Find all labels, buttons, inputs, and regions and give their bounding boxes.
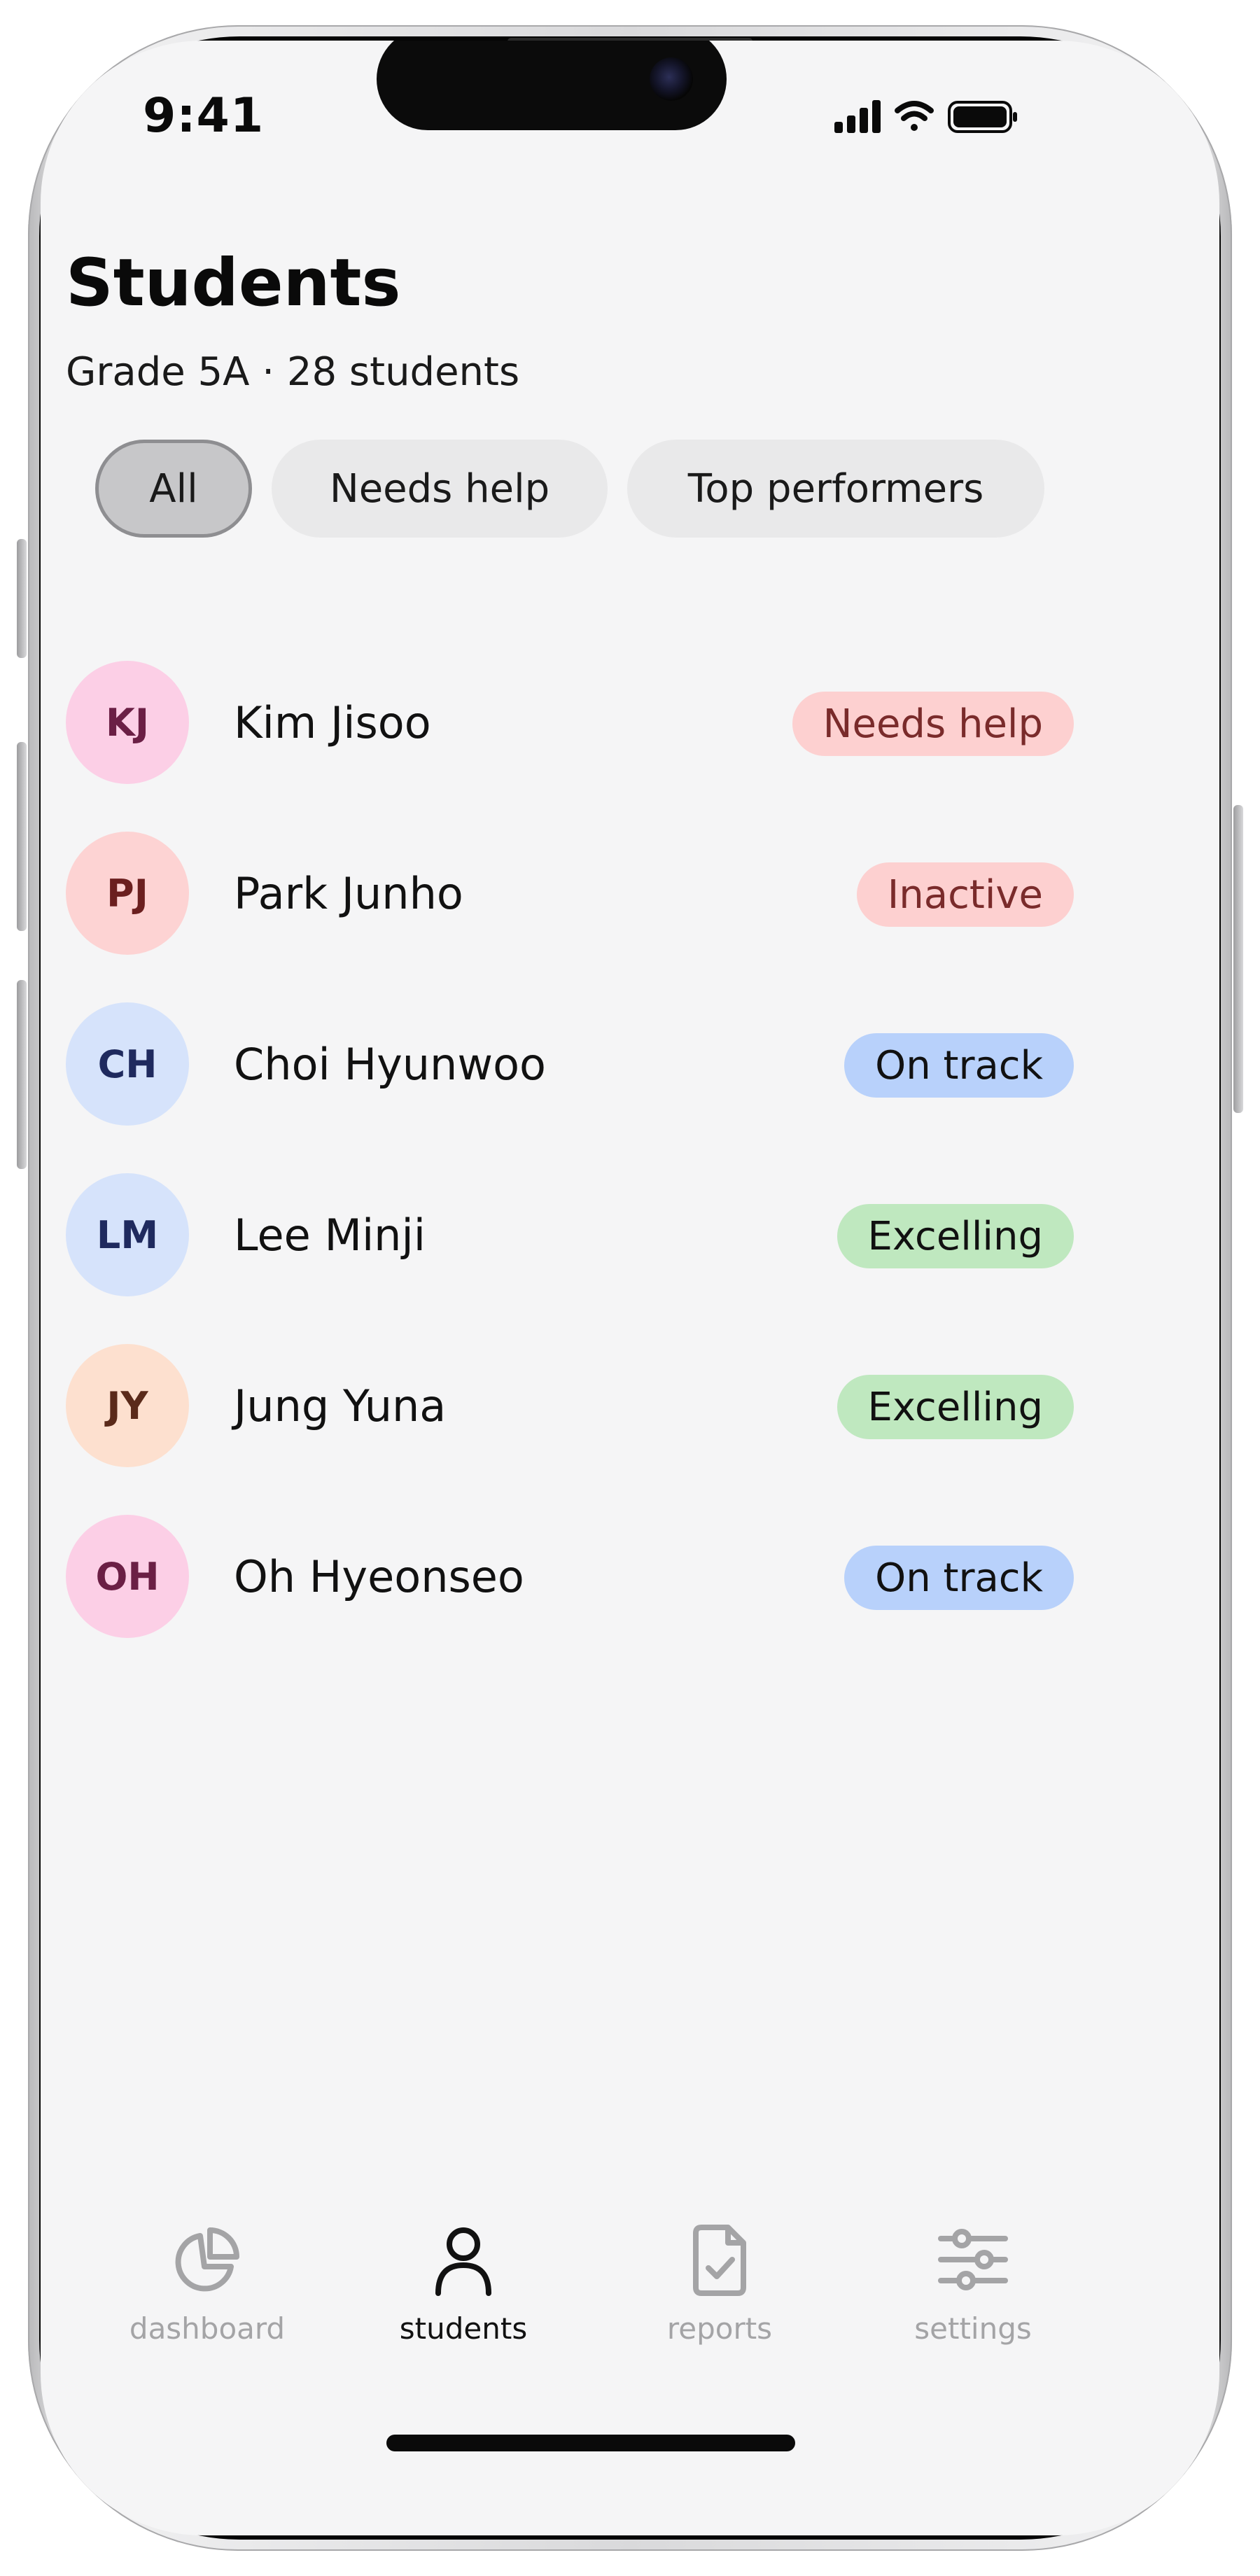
avatar: JY	[66, 1344, 189, 1467]
student-name: Lee Minji	[234, 1210, 426, 1261]
dynamic-island	[377, 41, 727, 130]
status-badge: On track	[844, 1546, 1074, 1610]
student-row[interactable]: JY Jung Yuna Excelling	[66, 1344, 1074, 1470]
avatar: OH	[66, 1515, 189, 1638]
status-badge: Inactive	[856, 862, 1074, 927]
volume-up-button	[17, 742, 27, 931]
filter-chip-needs-help[interactable]: Needs help	[272, 440, 608, 538]
person-icon	[435, 2227, 491, 2296]
student-name: Park Junho	[234, 868, 463, 919]
front-camera	[650, 57, 693, 101]
status-badge: Excelling	[836, 1375, 1074, 1439]
student-row[interactable]: OH Oh Hyeonseo On track	[66, 1515, 1074, 1641]
avatar: LM	[66, 1173, 189, 1296]
phone-screen: 9:41 Students Grade 5A · 28 students All…	[41, 41, 1219, 2535]
filter-chip-top-performers[interactable]: Top performers	[627, 440, 1044, 538]
tab-label: dashboard	[129, 2311, 286, 2346]
filter-chip-label: All	[149, 465, 198, 512]
tab-label: settings	[914, 2311, 1032, 2346]
status-icons	[794, 94, 1018, 136]
volume-down-button	[17, 980, 27, 1169]
avatar: CH	[66, 1002, 189, 1126]
avatar: KJ	[66, 661, 189, 784]
tab-reports[interactable]: reports	[615, 2218, 825, 2372]
student-name: Oh Hyeonseo	[234, 1551, 524, 1602]
student-name: Kim Jisoo	[234, 697, 431, 748]
home-indicator[interactable]	[386, 2435, 795, 2451]
status-badge: Needs help	[792, 692, 1074, 756]
tab-students[interactable]: students	[358, 2218, 568, 2372]
sliders-icon	[938, 2229, 1008, 2290]
report-check-icon	[693, 2225, 746, 2296]
battery-icon	[948, 101, 1017, 133]
student-name: Jung Yuna	[234, 1380, 447, 1432]
student-row[interactable]: CH Choi Hyunwoo On track	[66, 1002, 1074, 1128]
filter-chip-label: Needs help	[329, 465, 550, 512]
avatar: PJ	[66, 832, 189, 955]
power-button	[1233, 805, 1243, 1113]
tab-label: students	[399, 2311, 528, 2346]
pie-chart-icon	[175, 2227, 239, 2292]
student-row[interactable]: PJ Park Junho Inactive	[66, 832, 1074, 958]
student-row[interactable]: LM Lee Minji Excelling	[66, 1173, 1074, 1299]
tab-dashboard[interactable]: dashboard	[102, 2218, 312, 2372]
tab-settings[interactable]: settings	[868, 2218, 1078, 2372]
student-row[interactable]: KJ Kim Jisoo Needs help	[66, 661, 1074, 787]
status-badge: Excelling	[836, 1204, 1074, 1268]
tab-label: reports	[666, 2311, 773, 2346]
wifi-icon	[895, 101, 934, 131]
filter-chip-all[interactable]: All	[95, 440, 252, 538]
action-button	[17, 539, 27, 658]
student-name: Choi Hyunwoo	[234, 1039, 546, 1090]
cellular-signal-icon	[834, 100, 881, 133]
page-title: Students	[66, 245, 401, 321]
status-time: 9:41	[143, 88, 265, 144]
filter-chip-label: Top performers	[687, 465, 984, 512]
page-subtitle: Grade 5A · 28 students	[66, 349, 520, 395]
status-badge: On track	[844, 1033, 1074, 1098]
